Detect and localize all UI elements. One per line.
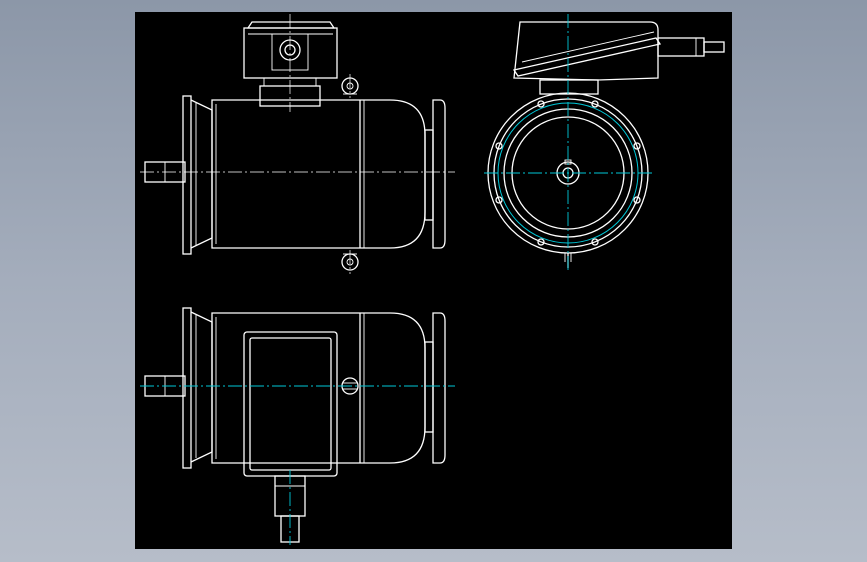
terminal-box-end xyxy=(512,21,725,95)
terminal-box-top xyxy=(243,331,338,477)
cad-viewport[interactable] xyxy=(135,12,732,549)
flange xyxy=(182,95,213,255)
top-view xyxy=(140,307,455,545)
front-view xyxy=(140,14,455,274)
flange-top xyxy=(182,307,213,469)
fan-cover xyxy=(424,99,446,249)
motor-drawing xyxy=(140,14,725,545)
fan-cover-top xyxy=(424,312,446,464)
terminal-box xyxy=(243,21,338,107)
motor-body xyxy=(211,99,426,249)
end-view xyxy=(484,14,725,272)
